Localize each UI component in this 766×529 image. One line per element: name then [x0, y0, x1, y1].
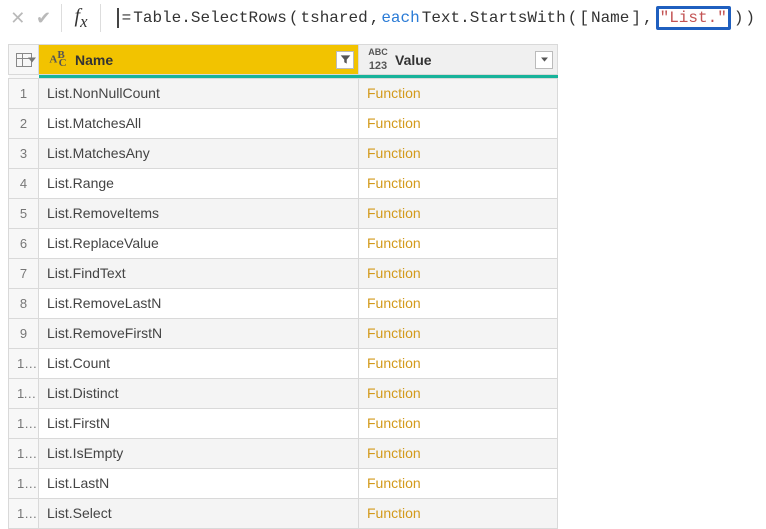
table-row[interactable]: 13List.IsEmptyFunction — [9, 438, 558, 468]
cell-name[interactable]: List.MatchesAny — [39, 138, 359, 168]
row-number[interactable]: 4 — [9, 168, 39, 198]
formula-token: , — [642, 9, 654, 27]
table-row[interactable]: 8List.RemoveLastNFunction — [9, 288, 558, 318]
table-row[interactable]: 1List.NonNullCountFunction — [9, 78, 558, 108]
formula-token: [ — [578, 9, 590, 27]
formula-token: Name — [590, 9, 630, 27]
row-number[interactable]: 11 — [9, 378, 39, 408]
chevron-down-icon — [28, 57, 36, 62]
formula-token: ( — [567, 9, 579, 27]
column-header-label: Value — [395, 52, 432, 68]
row-number[interactable]: 7 — [9, 258, 39, 288]
column-header-label: Name — [75, 52, 113, 68]
fx-icon[interactable]: fx — [72, 5, 90, 32]
type-text-icon: ABC — [47, 51, 69, 68]
cell-value[interactable]: Function — [359, 498, 558, 528]
table-row[interactable]: 15List.SelectFunction — [9, 498, 558, 528]
row-number[interactable]: 3 — [9, 138, 39, 168]
formula-token: tshared — [299, 9, 368, 27]
filter-applied-icon — [340, 54, 351, 65]
cell-value[interactable]: Function — [359, 78, 558, 108]
table-row[interactable]: 2List.MatchesAllFunction — [9, 108, 558, 138]
cell-value[interactable]: Function — [359, 438, 558, 468]
table-row[interactable]: 9List.RemoveFirstNFunction — [9, 318, 558, 348]
formula-token: ) — [744, 9, 756, 27]
cell-name[interactable]: List.ReplaceValue — [39, 228, 359, 258]
cell-name[interactable]: List.IsEmpty — [39, 438, 359, 468]
cell-name[interactable]: List.RemoveLastN — [39, 288, 359, 318]
cell-value[interactable]: Function — [359, 468, 558, 498]
table-row[interactable]: 11List.DistinctFunction — [9, 378, 558, 408]
table-row[interactable]: 7List.FindTextFunction — [9, 258, 558, 288]
formula-token: ( — [288, 9, 300, 27]
cell-value[interactable]: Function — [359, 228, 558, 258]
table-row[interactable]: 6List.ReplaceValueFunction — [9, 228, 558, 258]
cell-value[interactable]: Function — [359, 198, 558, 228]
cell-name[interactable]: List.Range — [39, 168, 359, 198]
text-caret — [117, 8, 119, 28]
row-number[interactable]: 6 — [9, 228, 39, 258]
table-row[interactable]: 12List.FirstNFunction — [9, 408, 558, 438]
cell-value[interactable]: Function — [359, 318, 558, 348]
table-row[interactable]: 3List.MatchesAnyFunction — [9, 138, 558, 168]
row-number[interactable]: 15 — [9, 498, 39, 528]
cell-name[interactable]: List.RemoveFirstN — [39, 318, 359, 348]
row-number[interactable]: 12 — [9, 408, 39, 438]
chevron-down-icon — [539, 54, 550, 65]
filter-button-value[interactable] — [535, 51, 553, 69]
column-header-value[interactable]: ABC123 Value — [359, 45, 558, 75]
row-number[interactable]: 1 — [9, 78, 39, 108]
commit-formula-button[interactable]: ✔ — [36, 5, 52, 31]
cell-name[interactable]: List.FindText — [39, 258, 359, 288]
cell-name[interactable]: List.NonNullCount — [39, 78, 359, 108]
cell-value[interactable]: Function — [359, 348, 558, 378]
table-row[interactable]: 4List.RangeFunction — [9, 168, 558, 198]
formula-token: Text.StartsWith — [421, 9, 567, 27]
cancel-formula-button[interactable]: ✕ — [10, 5, 26, 31]
select-all-corner[interactable] — [9, 45, 39, 75]
formula-token: = — [121, 9, 133, 27]
formula-input[interactable]: = Table.SelectRows(tshared, each Text.St… — [111, 6, 756, 30]
table-row[interactable]: 5List.RemoveItemsFunction — [9, 198, 558, 228]
cell-value[interactable]: Function — [359, 378, 558, 408]
cell-value[interactable]: Function — [359, 258, 558, 288]
cell-name[interactable]: List.RemoveItems — [39, 198, 359, 228]
cell-value[interactable]: Function — [359, 138, 558, 168]
cell-name[interactable]: List.FirstN — [39, 408, 359, 438]
cell-name[interactable]: List.MatchesAll — [39, 108, 359, 138]
cell-value[interactable]: Function — [359, 168, 558, 198]
table-row[interactable]: 14List.LastNFunction — [9, 468, 558, 498]
formula-token: , — [369, 9, 381, 27]
type-any-icon: ABC123 — [367, 48, 389, 71]
cell-value[interactable]: Function — [359, 408, 558, 438]
cell-value[interactable]: Function — [359, 288, 558, 318]
divider — [100, 4, 101, 32]
row-number[interactable]: 2 — [9, 108, 39, 138]
data-grid: ABC Name ABC123 Value — [0, 44, 566, 529]
row-number[interactable]: 10 — [9, 348, 39, 378]
formula-token: each — [380, 9, 420, 27]
column-header-name[interactable]: ABC Name — [39, 45, 359, 75]
row-number[interactable]: 5 — [9, 198, 39, 228]
cell-name[interactable]: List.Count — [39, 348, 359, 378]
cell-name[interactable]: List.Distinct — [39, 378, 359, 408]
filter-button-name[interactable] — [336, 51, 354, 69]
formula-token: "List." — [656, 6, 731, 30]
formula-token: ] — [630, 9, 642, 27]
formula-token: Table.SelectRows — [132, 9, 288, 27]
table-row[interactable]: 10List.CountFunction — [9, 348, 558, 378]
formula-bar: ✕ ✔ fx = Table.SelectRows(tshared, each … — [0, 0, 766, 44]
cell-value[interactable]: Function — [359, 108, 558, 138]
row-number[interactable]: 8 — [9, 288, 39, 318]
row-number[interactable]: 9 — [9, 318, 39, 348]
cell-name[interactable]: List.Select — [39, 498, 359, 528]
formula-token: ) — [733, 9, 745, 27]
cell-name[interactable]: List.LastN — [39, 468, 359, 498]
divider — [61, 4, 62, 32]
row-number[interactable]: 13 — [9, 438, 39, 468]
row-number[interactable]: 14 — [9, 468, 39, 498]
